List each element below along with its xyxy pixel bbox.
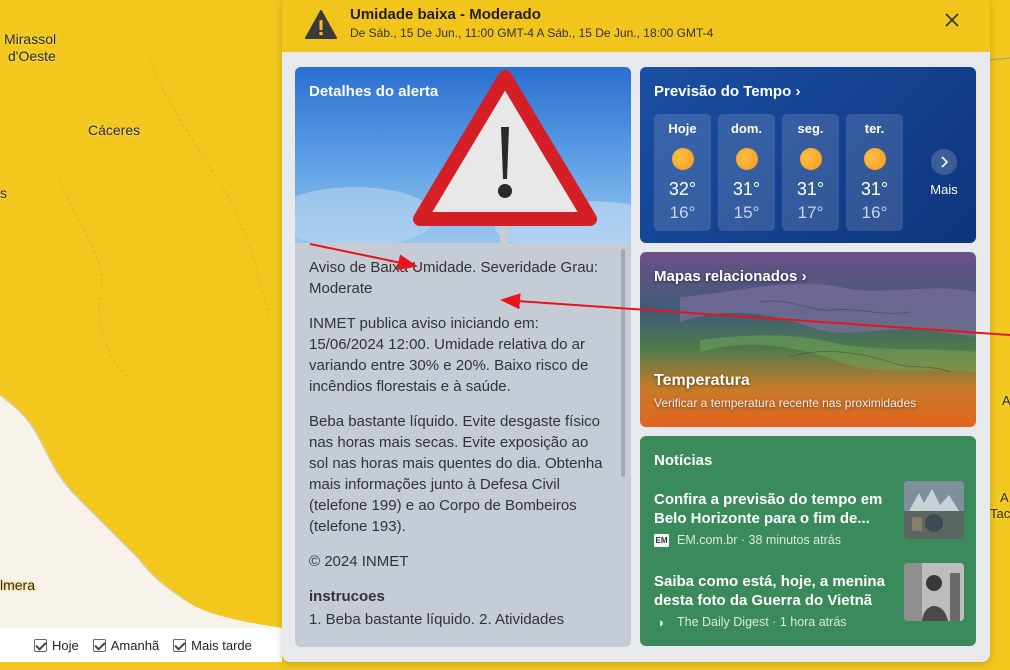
- related-maps-card[interactable]: Mapas relacionados › Temperatura Verific…: [640, 252, 976, 427]
- filter-later[interactable]: Mais tarde: [173, 638, 252, 653]
- alert-description[interactable]: Aviso de Baixa Umidade. Severidade Grau:…: [295, 243, 631, 647]
- map-description: Verificar a temperatura recente nas prox…: [654, 396, 917, 410]
- forecast-day[interactable]: seg. 31° 17°: [782, 114, 839, 231]
- low-temp: 15°: [733, 203, 760, 222]
- map-label-partial-a1: A: [1002, 393, 1010, 408]
- alert-title: Umidade baixa - Moderado: [350, 6, 541, 23]
- sun-icon: [735, 148, 758, 170]
- filter-today[interactable]: Hoje: [34, 638, 79, 653]
- filter-label: Amanhã: [110, 637, 160, 653]
- alert-validity: De Sáb., 15 De Jun., 11:00 GMT-4 A Sáb.,…: [350, 26, 714, 40]
- instructions-heading: instrucoes: [309, 588, 385, 605]
- map-label-partial-tac: Tac: [990, 506, 1010, 521]
- forecast-title-link[interactable]: Previsão do Tempo ›: [654, 83, 800, 100]
- news-title: Notícias: [654, 452, 713, 469]
- sun-icon: [799, 148, 822, 170]
- forecast-day[interactable]: dom. 31° 15°: [718, 114, 775, 231]
- alert-paragraph: Aviso de Baixa Umidade. Severidade Grau:…: [309, 259, 599, 297]
- source-logo-icon: EM: [654, 533, 669, 547]
- news-card: Notícias Confira a previsão do tempo em …: [640, 436, 976, 646]
- day-name: dom.: [730, 121, 763, 136]
- weather-alert-panel: Umidade baixa - Moderado De Sáb., 15 De …: [282, 0, 990, 662]
- high-temp: 31°: [860, 179, 889, 199]
- more-label: Mais: [930, 182, 958, 197]
- news-headline: Confira a previsão do tempo em Belo Hori…: [654, 491, 883, 527]
- map-label-partial-a2: A: [1000, 490, 1009, 505]
- alert-details-card: Detalhes do alerta Aviso de Baixa Umidad…: [295, 67, 631, 647]
- high-temp: 31°: [732, 179, 761, 199]
- day-filter-bar: Hoje Amanhã Mais tarde: [0, 628, 282, 662]
- sun-icon: [863, 148, 886, 170]
- checkbox-icon[interactable]: [34, 638, 47, 652]
- map-label-oeste: d'Oeste: [8, 48, 56, 64]
- details-title: Detalhes do alerta: [309, 83, 439, 100]
- source-logo-icon: ◗: [657, 614, 666, 630]
- news-item[interactable]: Saiba como está, hoje, a menina desta fo…: [654, 563, 964, 630]
- chevron-right-icon: ›: [795, 83, 801, 100]
- map-label-partial-s: s: [0, 185, 7, 201]
- low-temp: 17°: [797, 203, 824, 222]
- news-item[interactable]: Confira a previsão do tempo em Belo Hori…: [654, 481, 964, 547]
- news-thumbnail: [904, 563, 964, 621]
- alert-copyright: © 2024 INMET: [309, 553, 409, 570]
- forecast-day[interactable]: Hoje 32° 16°: [654, 114, 711, 231]
- filter-tomorrow[interactable]: Amanhã: [92, 637, 160, 653]
- news-source: EM.com.br: [677, 533, 738, 547]
- forecast-card[interactable]: Previsão do Tempo › Hoje 32° 16° dom. 31…: [640, 67, 976, 243]
- details-scrollbar[interactable]: [621, 249, 625, 477]
- filter-label: Mais tarde: [191, 637, 252, 653]
- forecast-day[interactable]: ter. 31° 16°: [846, 114, 903, 231]
- map-label-caceres: Cáceres: [88, 122, 141, 138]
- warning-icon: [305, 10, 337, 39]
- map-label-mirassol: Mirassol: [4, 31, 57, 47]
- day-name: ter.: [864, 121, 885, 136]
- chevron-right-icon: [931, 149, 957, 175]
- high-temp: 31°: [796, 179, 825, 199]
- instructions-text: 1. Beba bastante líquido. 2. Atividades: [309, 611, 565, 628]
- map-name: Temperatura: [654, 372, 750, 389]
- news-time: 38 minutos atrás: [748, 533, 841, 547]
- maps-title: Mapas relacionados: [654, 268, 798, 285]
- news-source: The Daily Digest: [677, 615, 769, 629]
- chevron-right-icon: ›: [801, 268, 807, 285]
- checkbox-icon[interactable]: [173, 638, 187, 652]
- forecast-title: Previsão do Tempo: [654, 83, 792, 100]
- sun-icon: [671, 148, 694, 170]
- high-temp: 32°: [668, 179, 697, 199]
- alert-header: Umidade baixa - Moderado De Sáb., 15 De …: [282, 0, 990, 52]
- news-thumbnail: [904, 481, 964, 539]
- news-headline: Saiba como está, hoje, a menina desta fo…: [654, 573, 885, 609]
- forecast-more-button[interactable]: Mais: [924, 149, 964, 197]
- map-label-lmera: lmera: [0, 577, 36, 593]
- close-icon[interactable]: [944, 12, 960, 28]
- alert-paragraph: INMET publica aviso iniciando em: 15/06/…: [309, 315, 589, 395]
- alert-paragraph: Beba bastante líquido. Evite desgaste fí…: [309, 413, 603, 535]
- low-temp: 16°: [861, 203, 888, 222]
- filter-label: Hoje: [52, 637, 79, 653]
- day-name: seg.: [797, 121, 824, 136]
- day-name: Hoje: [668, 121, 697, 136]
- forecast-days: Hoje 32° 16° dom. 31° 15° seg. 31° 17° t…: [654, 114, 903, 231]
- news-time: 1 hora atrás: [779, 615, 847, 629]
- alert-hero-image: Detalhes do alerta: [295, 67, 631, 243]
- checkbox-icon[interactable]: [92, 638, 106, 652]
- maps-title-link[interactable]: Mapas relacionados ›: [654, 268, 807, 285]
- low-temp: 16°: [669, 203, 696, 222]
